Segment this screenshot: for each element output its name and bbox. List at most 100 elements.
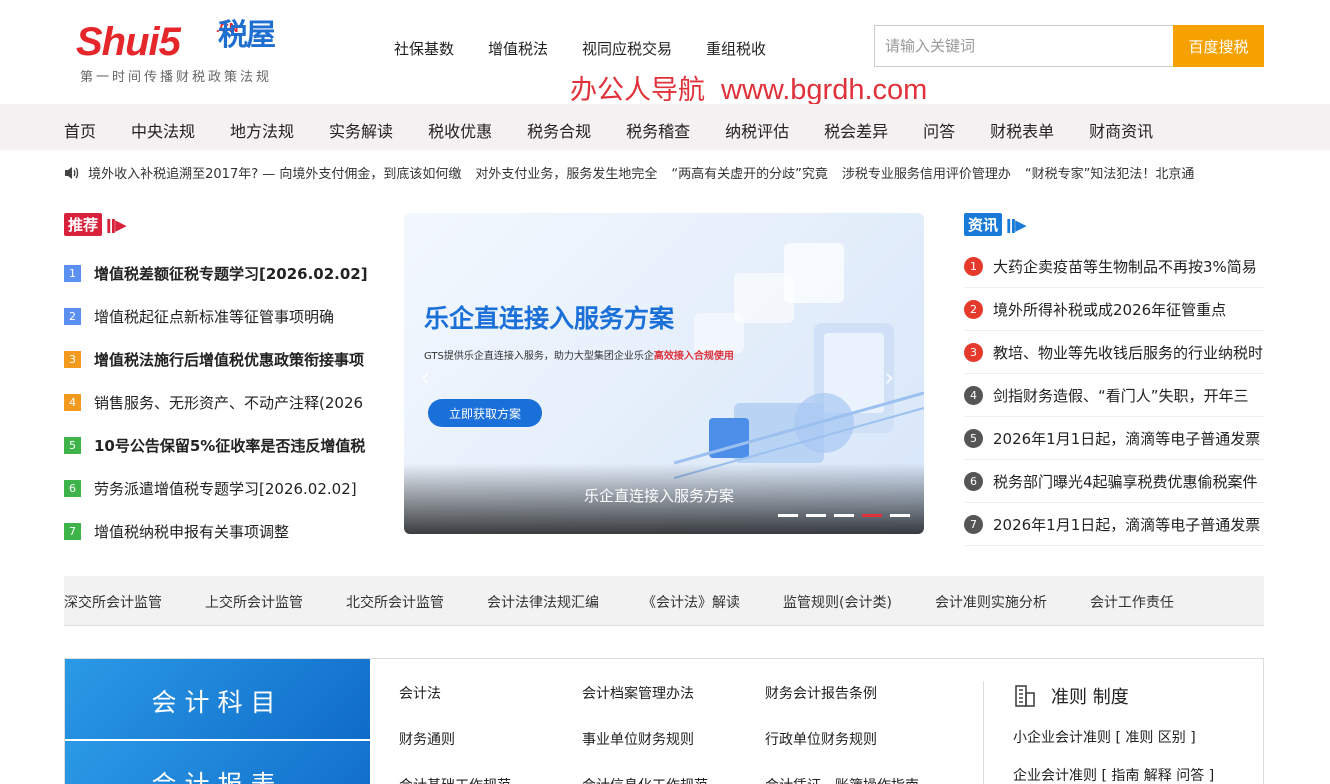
mainnav-item[interactable]: 中央法规 — [131, 118, 195, 142]
watermark-text: 办公人导航 — [570, 75, 705, 106]
recommend-item[interactable]: 7 增值税纳税申报有关事项调整 — [64, 510, 374, 553]
standards-row[interactable]: 小企业会计准则 [ 准则 区别 ] — [1013, 727, 1253, 747]
rank-badge: 6 — [64, 480, 81, 497]
mainnav-item[interactable]: 首页 — [64, 118, 96, 142]
rank-badge: 4 — [964, 385, 983, 405]
ticker-link[interactable]: “两高有关虚开的分歧”究竟 — [671, 167, 827, 181]
news-item[interactable]: 6 税务部门曝光4起骗享税费优惠偷税案件 — [964, 460, 1264, 503]
category-link[interactable]: 监管规则(会计类) — [783, 592, 892, 612]
news-list: 1 大药企卖疫苗等生物制品不再按3%简易 2 境外所得补税或成2026年征管重点 3 教培… — [964, 245, 1264, 546]
regulation-link[interactable]: 财务通则 — [399, 729, 582, 749]
topnav-item[interactable]: 增值税法 — [488, 38, 548, 59]
news-item[interactable]: 2 境外所得补税或成2026年征管重点 — [964, 288, 1264, 331]
rank-badge: 2 — [64, 308, 81, 325]
news-title: 大药企卖疫苗等生物制品不再按3%简易 — [993, 257, 1257, 276]
category-bar: 深交所会计监管 上交所会计监管 北交所会计监管 会计法律法规汇编 《会计法》解读 监管规则… — [64, 576, 1264, 626]
topnav-item[interactable]: 社保基数 — [394, 38, 454, 59]
rank-badge: 3 — [964, 342, 983, 362]
rank-badge: 4 — [64, 394, 81, 411]
regulation-link[interactable]: 会计信息化工作规范 — [582, 775, 765, 784]
regulation-link[interactable]: 会计法 — [399, 683, 582, 703]
rank-badge: 1 — [64, 265, 81, 282]
recommend-item[interactable]: 4 销售服务、无形资产、不动产注释(2026 — [64, 381, 374, 424]
ticker-link[interactable]: 对外支付业务，服务发生地完全 — [475, 167, 657, 181]
regulation-link[interactable]: 会计基础工作规范 — [399, 775, 582, 784]
carousel-dot[interactable] — [806, 514, 826, 517]
recommend-title: 增值税纳税申报有关事项调整 — [94, 523, 290, 541]
tile-accounting-reports[interactable]: 会计报表 — [65, 741, 370, 784]
mainnav-item[interactable]: 财税表单 — [990, 118, 1054, 142]
standards-title: 准则 制度 — [1051, 687, 1129, 708]
category-link[interactable]: 《会计法》解读 — [642, 592, 740, 612]
ticker-link[interactable]: 涉税专业服务信用评价管理办 — [842, 167, 1011, 181]
news-header: 资讯 ǀǀ▶ — [964, 213, 1027, 236]
prev-arrow-icon[interactable]: ‹ — [420, 363, 430, 393]
banner-title: 乐企直连接入服务方案 — [424, 304, 675, 333]
carousel-dots — [778, 514, 910, 517]
category-link[interactable]: 会计工作责任 — [1090, 592, 1174, 612]
recommend-title: 10号公告保留5%征收率是否违反增值税 — [94, 437, 366, 455]
recommend-item[interactable]: 5 10号公告保留5%征收率是否违反增值税 — [64, 424, 374, 467]
regulation-link[interactable]: 行政单位财务规则 — [765, 729, 948, 749]
carousel-dot[interactable] — [890, 514, 910, 517]
rank-badge: 2 — [964, 299, 983, 319]
category-link[interactable]: 深交所会计监管 — [64, 592, 162, 612]
regulation-link[interactable]: 会计档案管理办法 — [582, 683, 765, 703]
get-plan-button[interactable]: 立即获取方案 — [428, 399, 542, 427]
rank-badge: 1 — [964, 256, 983, 276]
rank-badge: 6 — [964, 471, 983, 491]
recommend-item[interactable]: 3 增值税法施行后增值税优惠政策衔接事项 — [64, 338, 374, 381]
next-arrow-icon[interactable]: › — [884, 363, 894, 393]
standards-row[interactable]: 企业会计准则 [ 指南 解释 问答 ] — [1013, 765, 1253, 784]
recommend-item[interactable]: 1 增值税差额征税专题学习[2026.02.02] — [64, 252, 374, 295]
play-icon: ǀǀ▶ — [106, 215, 127, 234]
mainnav-item[interactable]: 财商资讯 — [1089, 118, 1153, 142]
carousel-banner[interactable]: 乐企直连接入服务方案 GTS提供乐企直连接入服务，助力大型集团企业乐企高效接入合… — [404, 213, 924, 534]
search-button[interactable]: 百度搜税 — [1173, 25, 1264, 67]
news-item[interactable]: 7 2026年1月1日起，滴滴等电子普通发票 — [964, 503, 1264, 546]
standards-header: 准则 制度 — [1013, 683, 1253, 709]
rank-badge: 5 — [964, 428, 983, 448]
mainnav-item[interactable]: 税会差异 — [824, 118, 888, 142]
regulation-link[interactable]: 事业单位财务规则 — [582, 729, 765, 749]
topnav-item[interactable]: 重组税收 — [706, 38, 766, 59]
recommend-item[interactable]: 2 增值税起征点新标准等征管事项明确 — [64, 295, 374, 338]
ticker-link[interactable]: “财税专家”知法犯法！北京通 — [1025, 167, 1194, 181]
banner-caption: 乐企直连接入服务方案 — [584, 487, 735, 505]
topnav-item[interactable]: 视同应税交易 — [582, 38, 672, 59]
category-link[interactable]: 会计准则实施分析 — [935, 592, 1047, 612]
carousel-dot[interactable] — [834, 514, 854, 517]
news-title: 2026年1月1日起，滴滴等电子普通发票 — [993, 429, 1261, 448]
category-link[interactable]: 上交所会计监管 — [205, 592, 303, 612]
carousel-dot[interactable] — [862, 514, 882, 517]
recommend-item[interactable]: 6 劳务派遣增值税专题学习[2026.02.02] — [64, 467, 374, 510]
recommend-list: 1 增值税差额征税专题学习[2026.02.02] 2 增值税起征点新标准等征管事项明… — [64, 252, 374, 553]
recommend-title: 增值税起征点新标准等征管事项明确 — [94, 308, 335, 326]
regulation-link[interactable]: 会计凭证、账簿操作指南 — [765, 775, 948, 784]
category-link[interactable]: 会计法律法规汇编 — [487, 592, 599, 612]
news-item[interactable]: 4 剑指财务造假、“看门人”失职，开年三 — [964, 374, 1264, 417]
top-nav: 社保基数 增值税法 视同应税交易 重组税收 — [394, 38, 766, 59]
mainnav-item[interactable]: 税务合规 — [527, 118, 591, 142]
news-item[interactable]: 5 2026年1月1日起，滴滴等电子普通发票 — [964, 417, 1264, 460]
search-input[interactable] — [874, 25, 1174, 67]
site-logo[interactable]: Shui5 .CN 税屋 第一时间传播财税政策法规 — [76, 8, 308, 85]
news-title: 教培、物业等先收钱后服务的行业纳税时 — [993, 343, 1264, 362]
category-link[interactable]: 北交所会计监管 — [346, 592, 444, 612]
mainnav-item[interactable]: 实务解读 — [329, 118, 393, 142]
play-icon: ǀǀ▶ — [1006, 215, 1027, 234]
mainnav-item[interactable]: 问答 — [923, 118, 955, 142]
regulation-link[interactable]: 财务会计报告条例 — [765, 683, 948, 703]
mainnav-item[interactable]: 税务稽查 — [626, 118, 690, 142]
ticker-link[interactable]: 境外收入补税追溯至2017年? — 向境外支付佣金，到底该如何缴 — [88, 167, 461, 181]
news-item[interactable]: 1 大药企卖疫苗等生物制品不再按3%简易 — [964, 245, 1264, 288]
carousel-dot[interactable] — [778, 514, 798, 517]
news-item[interactable]: 3 教培、物业等先收钱后服务的行业纳税时 — [964, 331, 1264, 374]
mainnav-item[interactable]: 税收优惠 — [428, 118, 492, 142]
recommend-title: 增值税法施行后增值税优惠政策衔接事项 — [94, 351, 365, 369]
building-icon — [1015, 685, 1035, 707]
regulation-links: 会计法会计档案管理办法财务会计报告条例财务通则事业单位财务规则行政单位财务规则会… — [399, 683, 948, 784]
mainnav-item[interactable]: 地方法规 — [230, 118, 294, 142]
tile-accounting-subjects[interactable]: 会计科目 — [65, 659, 370, 739]
mainnav-item[interactable]: 纳税评估 — [725, 118, 789, 142]
